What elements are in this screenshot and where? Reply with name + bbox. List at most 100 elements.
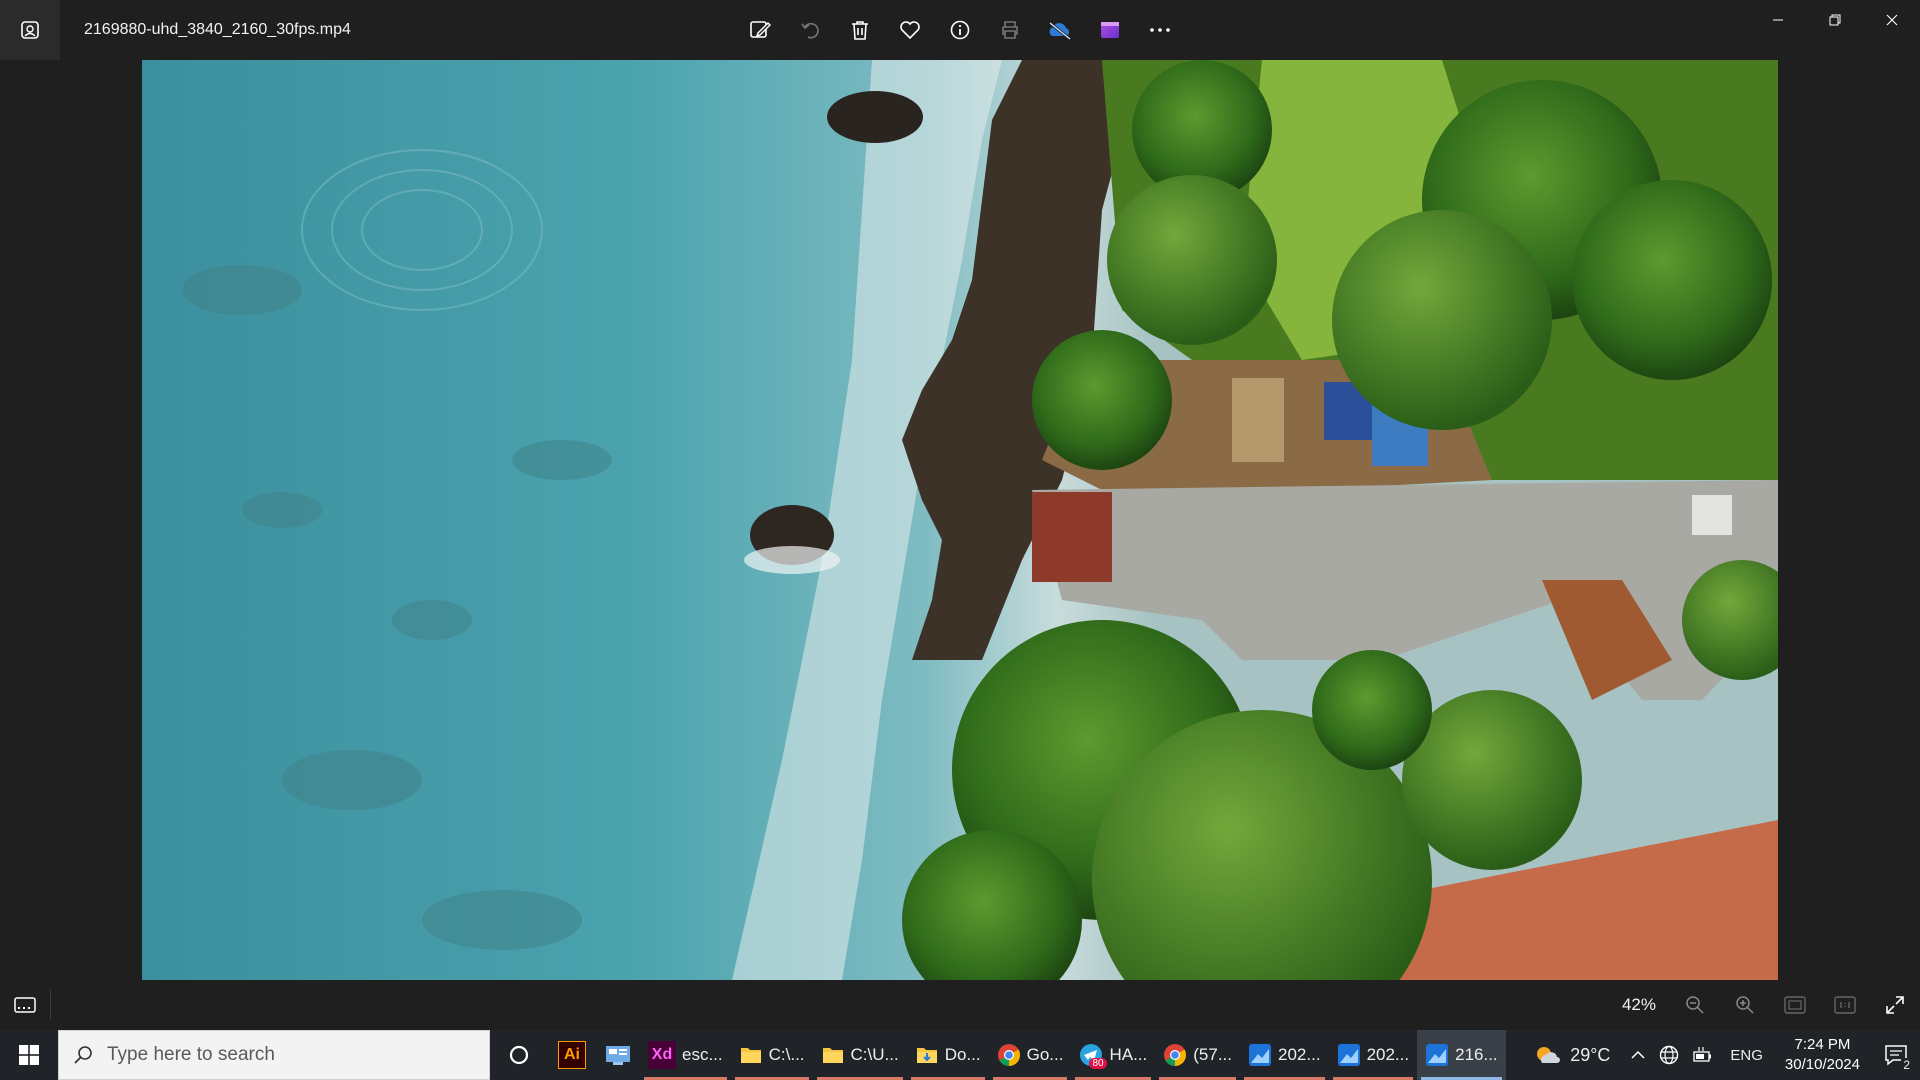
battery-plug-icon: [1693, 1047, 1712, 1062]
taskbar-search-box[interactable]: Type here to search: [58, 1030, 490, 1080]
taskbar-app-photos-active[interactable]: 216...: [1417, 1030, 1506, 1080]
aerial-coastline-image: [142, 60, 1778, 980]
viewer-bottom-bar: 42%: [0, 980, 1920, 1030]
input-language[interactable]: ENG: [1720, 1030, 1773, 1080]
photos-app-icon[interactable]: [0, 0, 60, 60]
fit-to-window-button[interactable]: [1770, 980, 1820, 1030]
task-label: Go...: [1026, 1045, 1064, 1064]
favorite-button[interactable]: [890, 10, 930, 50]
weather-cloud-sun-icon: [1537, 1047, 1561, 1063]
viewer-toolbar: [740, 10, 1180, 50]
close-icon: [1886, 14, 1897, 26]
info-button[interactable]: [940, 10, 980, 50]
fullscreen-icon: [1886, 996, 1904, 1014]
task-label: esc...: [682, 1045, 723, 1064]
taskbar-app-downloads[interactable]: Do...: [907, 1030, 989, 1080]
zoom-in-button[interactable]: [1720, 980, 1770, 1030]
edit-image-button[interactable]: [740, 10, 780, 50]
folder-icon: [822, 1048, 843, 1063]
unread-badge: 80: [1089, 1058, 1107, 1069]
folder-icon: [740, 1048, 761, 1063]
search-icon: [74, 1046, 92, 1064]
photos-icon: [21, 21, 39, 39]
title-bar: 2169880-uhd_3840_2160_30fps.mp4: [0, 0, 1920, 60]
control-panel-icon: [606, 1046, 630, 1065]
video-frame[interactable]: [142, 60, 1778, 980]
taskbar-app-photos-1[interactable]: 202...: [1240, 1030, 1329, 1080]
rotate-icon: [801, 22, 819, 39]
globe-icon: [1660, 1045, 1679, 1065]
network-button[interactable]: [1652, 1030, 1686, 1080]
clipchamp-icon: [1101, 22, 1119, 38]
onedrive-icon: [1049, 21, 1071, 41]
weather-widget[interactable]: 29°C: [1528, 1030, 1624, 1080]
zoom-controls: 42%: [1622, 980, 1920, 1030]
restore-button[interactable]: [1806, 0, 1863, 40]
taskbar-app-chrome-2[interactable]: (57...: [1155, 1030, 1240, 1080]
task-label: 202...: [1278, 1045, 1321, 1064]
adobe-xd-icon: Xd: [648, 1041, 676, 1069]
print-icon: [1002, 21, 1018, 39]
separator: [50, 990, 51, 1020]
clock-date: 30/10/2024: [1784, 1056, 1860, 1073]
clock[interactable]: 7:24 PM 30/10/2024: [1773, 1035, 1872, 1075]
more-icon: [1150, 28, 1170, 32]
onedrive-button[interactable]: [1040, 10, 1080, 50]
clipchamp-button[interactable]: [1090, 10, 1130, 50]
show-hidden-icons-button[interactable]: [1624, 1030, 1652, 1080]
photos-app-window: 2169880-uhd_3840_2160_30fps.mp4 42%: [0, 0, 1920, 1030]
fit-window-icon: [1784, 996, 1806, 1014]
cortana-button[interactable]: [490, 1030, 548, 1080]
notification-count: 2: [1901, 1058, 1912, 1072]
filmstrip-button[interactable]: [0, 980, 50, 1030]
print-button[interactable]: [990, 10, 1030, 50]
task-label: HA...: [1109, 1045, 1148, 1064]
actual-size-icon: [1834, 996, 1856, 1014]
zoom-out-button[interactable]: [1670, 980, 1720, 1030]
fullscreen-button[interactable]: [1870, 980, 1920, 1030]
illustrator-icon: Ai: [558, 1041, 586, 1069]
task-label: (57...: [1193, 1045, 1233, 1064]
taskbar-app-illustrator[interactable]: Ai: [548, 1030, 596, 1080]
start-button[interactable]: [0, 1030, 58, 1080]
minimize-button[interactable]: [1749, 0, 1806, 40]
favorite-icon: [900, 21, 920, 40]
task-label: 216...: [1455, 1045, 1498, 1064]
actual-size-button[interactable]: [1820, 980, 1870, 1030]
chevron-up-icon: [1631, 1050, 1645, 1059]
task-label: 202...: [1366, 1045, 1410, 1064]
edit-image-icon: [750, 21, 771, 38]
task-label: C:\...: [768, 1045, 805, 1064]
taskbar-app-explorer-1[interactable]: C:\...: [731, 1030, 813, 1080]
close-button[interactable]: [1863, 0, 1920, 40]
chrome-icon: [997, 1044, 1020, 1066]
minimize-icon: [1772, 19, 1783, 21]
taskbar-app-control-panel[interactable]: [596, 1030, 640, 1080]
battery-button[interactable]: [1686, 1030, 1720, 1080]
rotate-button[interactable]: [790, 10, 830, 50]
info-icon: [950, 20, 970, 40]
folder-download-icon: [916, 1048, 937, 1063]
delete-icon: [852, 21, 868, 40]
window-controls: [1749, 0, 1920, 40]
photos-icon: [1426, 1044, 1449, 1066]
delete-button[interactable]: [840, 10, 880, 50]
file-name: 2169880-uhd_3840_2160_30fps.mp4: [84, 21, 351, 38]
photos-icon: [1337, 1044, 1360, 1066]
taskbar-app-explorer-2[interactable]: C:\U...: [813, 1030, 907, 1080]
temperature: 29°C: [1570, 1044, 1611, 1065]
taskbar-app-photos-2[interactable]: 202...: [1329, 1030, 1418, 1080]
zoom-in-icon: [1736, 996, 1754, 1014]
more-button[interactable]: [1140, 10, 1180, 50]
taskbar-app-adobe-xd[interactable]: Xd esc...: [640, 1030, 731, 1080]
chrome-icon: [1164, 1044, 1187, 1066]
search-placeholder: Type here to search: [107, 1044, 275, 1065]
task-label: Do...: [944, 1045, 981, 1064]
task-label: C:\U...: [850, 1045, 899, 1064]
filmstrip-icon: [14, 997, 36, 1013]
taskbar-app-chrome-1[interactable]: Go...: [989, 1030, 1072, 1080]
zoom-level: 42%: [1621, 995, 1656, 1014]
taskbar-app-telegram[interactable]: 80 HA...: [1071, 1030, 1155, 1080]
action-center-button[interactable]: 2: [1872, 1030, 1920, 1080]
zoom-out-icon: [1686, 996, 1704, 1014]
